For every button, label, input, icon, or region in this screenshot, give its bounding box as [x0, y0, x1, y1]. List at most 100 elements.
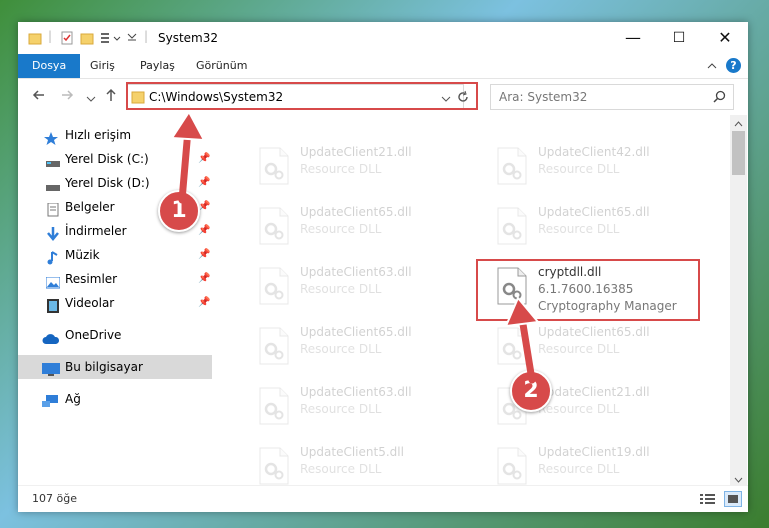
back-arrow-icon[interactable]: [32, 88, 46, 106]
file-item[interactable]: UpdateClient63.dll Resource DLL: [258, 381, 488, 427]
file-name: UpdateClient21.dll: [538, 385, 650, 399]
pin-icon[interactable]: 📌: [198, 243, 210, 267]
file-description: Resource DLL: [538, 162, 620, 176]
download-icon: [46, 225, 60, 241]
vertical-scrollbar[interactable]: [730, 115, 747, 485]
pin-icon[interactable]: 📌: [198, 219, 210, 243]
sidebar-item-label: Yerel Disk (C:): [65, 152, 149, 166]
file-name: UpdateClient42.dll: [538, 145, 650, 159]
sidebar-item-label: OneDrive: [65, 328, 122, 342]
quick-access-dropdown-icon[interactable]: [126, 30, 138, 45]
search-icon: [713, 90, 726, 106]
status-bar: 107 öğe: [18, 485, 748, 513]
help-icon[interactable]: ?: [726, 58, 741, 73]
properties-icon[interactable]: [60, 31, 74, 48]
pictures-icon: [45, 273, 61, 289]
scrollbar-thumb[interactable]: [732, 131, 745, 175]
file-item[interactable]: UpdateClient65.dll Resource DLL: [496, 201, 726, 247]
sidebar-item-pictures[interactable]: Resimler 📌: [18, 267, 212, 291]
file-item[interactable]: UpdateClient19.dll Resource DLL: [496, 441, 726, 485]
tab-gorunum[interactable]: Görünüm: [196, 54, 247, 78]
dll-file-icon: [496, 447, 528, 485]
dll-file-icon: [258, 207, 290, 245]
sidebar-item-onedrive[interactable]: OneDrive: [18, 323, 212, 347]
ribbon-expand-icon[interactable]: [706, 60, 718, 75]
large-icons-view-icon[interactable]: [724, 491, 742, 507]
file-description: Resource DLL: [300, 462, 382, 476]
arrow-annotation-2: [504, 296, 540, 384]
file-item[interactable]: UpdateClient65.dll Resource DLL: [258, 201, 488, 247]
pin-icon[interactable]: 📌: [198, 291, 210, 315]
item-count: 107 öğe: [32, 492, 77, 505]
file-item[interactable]: UpdateClient65.dll Resource DLL: [258, 321, 488, 367]
video-icon: [46, 297, 60, 313]
computer-icon: [42, 361, 60, 376]
minimize-button[interactable]: —: [610, 22, 656, 54]
file-description: Resource DLL: [300, 222, 382, 236]
sidebar-item-music[interactable]: Müzik 📌: [18, 243, 212, 267]
scroll-up-icon[interactable]: [734, 117, 743, 131]
cloud-icon: [42, 329, 60, 344]
sidebar-item-this-pc[interactable]: Bu bilgisayar: [18, 355, 212, 379]
file-description: Resource DLL: [538, 222, 620, 236]
arrow-annotation-1: [170, 110, 206, 204]
explorer-window: | | System32 — ☐ ✕ Dosya Giriş Paylaş Gö…: [18, 22, 748, 512]
tab-giris[interactable]: Giriş: [90, 54, 115, 78]
search-input[interactable]: Ara: System32: [499, 90, 587, 104]
folder-icon: [28, 31, 42, 48]
sidebar-item-label: Videolar: [65, 296, 115, 310]
document-icon: [46, 201, 60, 217]
file-item[interactable]: UpdateClient5.dll Resource DLL: [258, 441, 488, 485]
drive-icon: [46, 177, 60, 191]
file-name: UpdateClient19.dll: [538, 445, 650, 459]
address-highlight-box: [126, 82, 478, 110]
file-description: Resource DLL: [300, 282, 382, 296]
file-description: Resource DLL: [300, 402, 382, 416]
sidebar-item-videos[interactable]: Videolar 📌: [18, 291, 212, 315]
maximize-button[interactable]: ☐: [656, 22, 702, 54]
sidebar-item-label: Yerel Disk (D:): [65, 176, 150, 190]
dll-file-icon: [258, 327, 290, 365]
file-item[interactable]: UpdateClient21.dll Resource DLL: [258, 141, 488, 187]
network-icon: [42, 393, 58, 407]
file-name: UpdateClient21.dll: [300, 145, 412, 159]
file-list: UpdateClient21.dll Resource DLL UpdateClie…: [214, 115, 730, 485]
file-item[interactable]: UpdateClient42.dll Resource DLL: [496, 141, 726, 187]
ribbon-tabs: Dosya Giriş Paylaş Görünüm ?: [18, 54, 748, 79]
file-name: UpdateClient65.dll: [300, 205, 412, 219]
sidebar-item-label: Hızlı erişim: [65, 128, 132, 142]
sidebar-item-label: Resimler: [65, 272, 118, 286]
search-box[interactable]: Ara: System32: [490, 84, 734, 110]
up-arrow-icon[interactable]: [104, 88, 118, 106]
file-description: Resource DLL: [300, 342, 382, 356]
file-name: UpdateClient65.dll: [538, 205, 650, 219]
file-name: UpdateClient63.dll: [300, 265, 412, 279]
dll-file-icon: [258, 387, 290, 425]
forward-arrow-icon[interactable]: [60, 88, 74, 106]
close-button[interactable]: ✕: [702, 22, 748, 54]
dll-file-icon: [496, 207, 528, 245]
separator: |: [48, 29, 53, 43]
sidebar-item-network[interactable]: Ağ: [18, 387, 212, 411]
tab-paylas[interactable]: Paylaş: [140, 54, 175, 78]
file-description: Resource DLL: [538, 462, 620, 476]
recent-locations-icon[interactable]: [86, 91, 96, 107]
pin-icon[interactable]: 📌: [198, 267, 210, 291]
details-view-icon[interactable]: [700, 493, 716, 508]
new-folder-icon[interactable]: [80, 31, 94, 48]
sidebar-item-label: Ağ: [65, 392, 81, 406]
music-icon: [46, 249, 60, 265]
star-icon: [44, 129, 58, 145]
dll-file-icon: [258, 147, 290, 185]
dll-file-icon: [496, 147, 528, 185]
dll-file-icon: [258, 267, 290, 305]
drive-icon: [46, 153, 60, 167]
tab-dosya[interactable]: Dosya: [18, 54, 81, 78]
separator: |: [144, 29, 149, 43]
customize-toolbar-icon[interactable]: [100, 31, 122, 48]
sidebar-item-label: İndirmeler: [65, 224, 127, 238]
file-description: Resource DLL: [300, 162, 382, 176]
file-description: Resource DLL: [538, 402, 620, 416]
file-name: UpdateClient65.dll: [300, 325, 412, 339]
file-item[interactable]: UpdateClient63.dll Resource DLL: [258, 261, 488, 307]
